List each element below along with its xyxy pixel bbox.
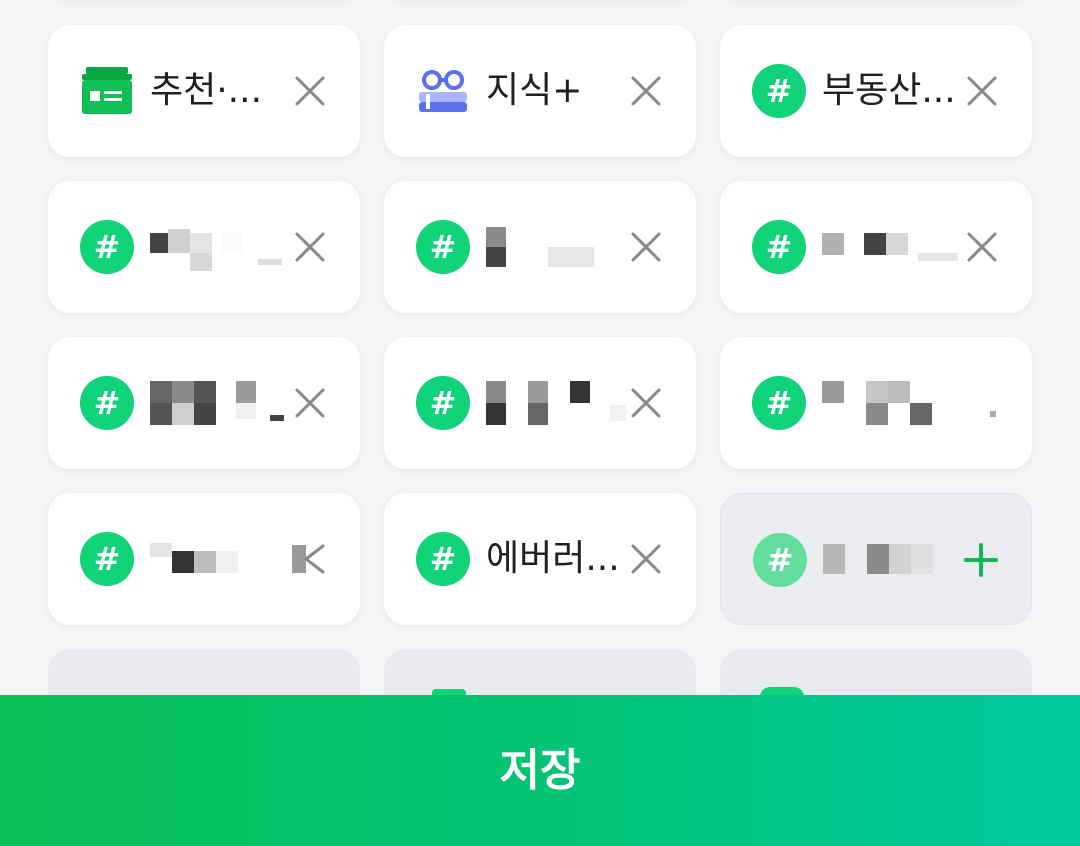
close-icon[interactable] — [628, 541, 664, 577]
hashtag-icon: # — [752, 64, 806, 118]
hashtag-icon: # — [416, 532, 470, 586]
hashtag-icon: # — [753, 533, 807, 587]
obscured-label — [486, 381, 636, 429]
subject-tile-obscured[interactable]: # — [48, 337, 360, 469]
close-icon[interactable] — [628, 229, 664, 265]
close-icon[interactable] — [628, 73, 664, 109]
hashtag-icon: # — [80, 376, 134, 430]
subject-tile-obscured[interactable]: # — [720, 337, 1032, 469]
save-button[interactable]: 저장 — [0, 695, 1080, 846]
tile-label: 에버러... — [486, 538, 620, 579]
obscured-label — [150, 225, 300, 273]
tile-label: 추천·... — [150, 70, 263, 111]
subject-tile-kin[interactable]: 지식+ — [384, 25, 696, 157]
obscured-label — [486, 225, 636, 273]
subject-tile-obscured[interactable]: # — [384, 181, 696, 313]
close-icon[interactable] — [292, 73, 328, 109]
subject-tile-everland[interactable]: # 에버러... — [384, 493, 696, 625]
obscured-label — [150, 537, 300, 585]
plus-icon[interactable] — [963, 542, 999, 578]
close-icon[interactable] — [292, 385, 328, 421]
hashtag-icon: # — [80, 532, 134, 586]
close-icon[interactable] — [964, 73, 1000, 109]
subject-tile-obscured[interactable]: # — [720, 181, 1032, 313]
subject-tile-addable[interactable]: # — [720, 493, 1032, 625]
close-icon[interactable] — [292, 229, 328, 265]
close-icon[interactable] — [964, 229, 1000, 265]
subject-tile-realestate[interactable]: # 부동산... — [720, 25, 1032, 157]
tile-label: 지식+ — [486, 70, 583, 111]
tile-label: 부동산... — [822, 70, 956, 111]
hashtag-icon: # — [80, 220, 134, 274]
hashtag-icon: # — [416, 376, 470, 430]
hashtag-icon: # — [416, 220, 470, 274]
obscured-label — [822, 381, 996, 429]
subject-tile-recommend[interactable]: 추천·... — [48, 25, 360, 157]
close-icon[interactable] — [292, 541, 328, 577]
obscured-label — [822, 225, 972, 273]
knowledge-icon — [416, 64, 470, 118]
subject-tile-obscured[interactable]: # — [48, 493, 360, 625]
save-button-label: 저장 — [499, 745, 581, 796]
hashtag-icon: # — [752, 376, 806, 430]
hashtag-icon: # — [752, 220, 806, 274]
close-icon[interactable] — [628, 385, 664, 421]
subject-tile-obscured[interactable]: # — [384, 337, 696, 469]
newspaper-icon — [80, 64, 134, 118]
obscured-label — [823, 538, 973, 586]
obscured-label — [150, 381, 300, 429]
subject-tile-obscured[interactable]: # — [48, 181, 360, 313]
